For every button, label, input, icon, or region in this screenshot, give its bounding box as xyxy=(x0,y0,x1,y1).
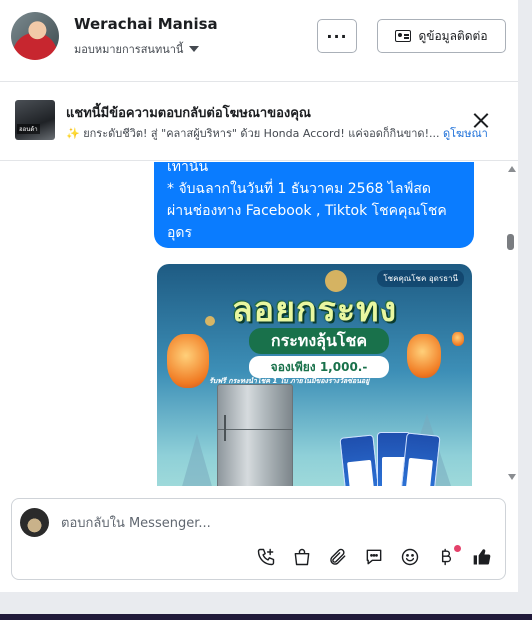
message-thread[interactable]: เท่านั้น * จับฉลากในวันที่ 1 ธันวาคม 256… xyxy=(0,162,518,486)
close-icon[interactable] xyxy=(470,110,492,132)
ad-thumbnail-text: ฮอนด้า xyxy=(17,124,40,134)
saved-replies-icon[interactable] xyxy=(360,544,387,571)
lantern-decoration xyxy=(167,334,209,388)
ad-thumbnail[interactable]: ฮอนด้า xyxy=(15,100,55,140)
ad-reply-banner: ฮอนด้า แชทนี้มีข้อความตอบกลับต่อโฆษณาของ… xyxy=(0,83,518,161)
scroll-up-arrow-icon[interactable] xyxy=(508,166,516,172)
caret-down-icon xyxy=(189,46,200,52)
more-options-button[interactable]: ··· xyxy=(317,19,357,53)
promo-subtitle: กระทงลุ้นโชค xyxy=(249,328,389,354)
message-line: * จับฉลากในวันที่ 1 ธันวาคม 2568 ไลฟ์สด xyxy=(167,181,431,197)
thread-scrollbar[interactable] xyxy=(505,162,518,486)
lantern-decoration xyxy=(407,334,441,378)
view-contact-label: ดูข้อมูลติดต่อ xyxy=(418,28,488,43)
notification-dot xyxy=(454,545,461,552)
message-composer xyxy=(11,498,506,580)
assign-conversation-dropdown[interactable]: มอบหมายการสนทนานี้ xyxy=(74,40,200,58)
emoji-icon[interactable] xyxy=(396,544,423,571)
attachment-icon[interactable] xyxy=(324,544,351,571)
contact-name[interactable]: Werachai Manisa xyxy=(74,15,218,33)
scroll-down-arrow-icon[interactable] xyxy=(508,474,516,480)
page-avatar xyxy=(20,508,49,537)
promo-booking-price: จองเพียง 1,000.- xyxy=(249,356,389,378)
temple-silhouette xyxy=(177,434,217,486)
taskbar-strip xyxy=(0,614,532,620)
conversation-panel: Werachai Manisa มอบหมายการสนทนานี้ ··· ด… xyxy=(0,0,518,592)
ad-banner-text: ✨ ยกระดับชีวิต! สู่ "คลาสผู้บริหาร" ด้วย… xyxy=(66,127,440,140)
shopping-bag-icon[interactable] xyxy=(288,544,315,571)
message-line: เท่านั้น xyxy=(167,162,209,175)
message-line: อุดร xyxy=(167,225,193,241)
lantern-decoration xyxy=(452,332,464,346)
gift-voucher-image xyxy=(339,434,381,486)
like-thumbs-up-icon[interactable] xyxy=(468,544,495,571)
contact-avatar[interactable] xyxy=(11,12,59,60)
conversation-header: Werachai Manisa มอบหมายการสนทนานี้ ··· ด… xyxy=(0,0,518,82)
call-icon[interactable] xyxy=(252,544,279,571)
gift-voucher-image xyxy=(399,432,441,486)
more-dots-icon: ··· xyxy=(326,26,348,46)
outgoing-message-bubble[interactable]: เท่านั้น * จับฉลากในวันที่ 1 ธันวาคม 256… xyxy=(154,162,474,248)
scrollbar-thumb[interactable] xyxy=(507,234,514,250)
refrigerator-image xyxy=(217,384,293,486)
message-line: ผ่านช่องทาง Facebook , Tiktok โชคคุณโชค xyxy=(167,203,447,219)
view-contact-button[interactable]: ดูข้อมูลติดต่อ xyxy=(377,19,506,53)
promo-image[interactable]: โชคคุณโชค อุดรธานี ลอยกระทง กระทงลุ้นโชค… xyxy=(157,264,472,486)
assign-conversation-label: มอบหมายการสนทนานี้ xyxy=(74,43,184,56)
reply-input[interactable] xyxy=(61,512,441,534)
contact-card-icon xyxy=(395,30,412,42)
ad-banner-title: แชทนี้มีข้อความตอบกลับต่อโฆษณาของคุณ xyxy=(66,106,311,121)
